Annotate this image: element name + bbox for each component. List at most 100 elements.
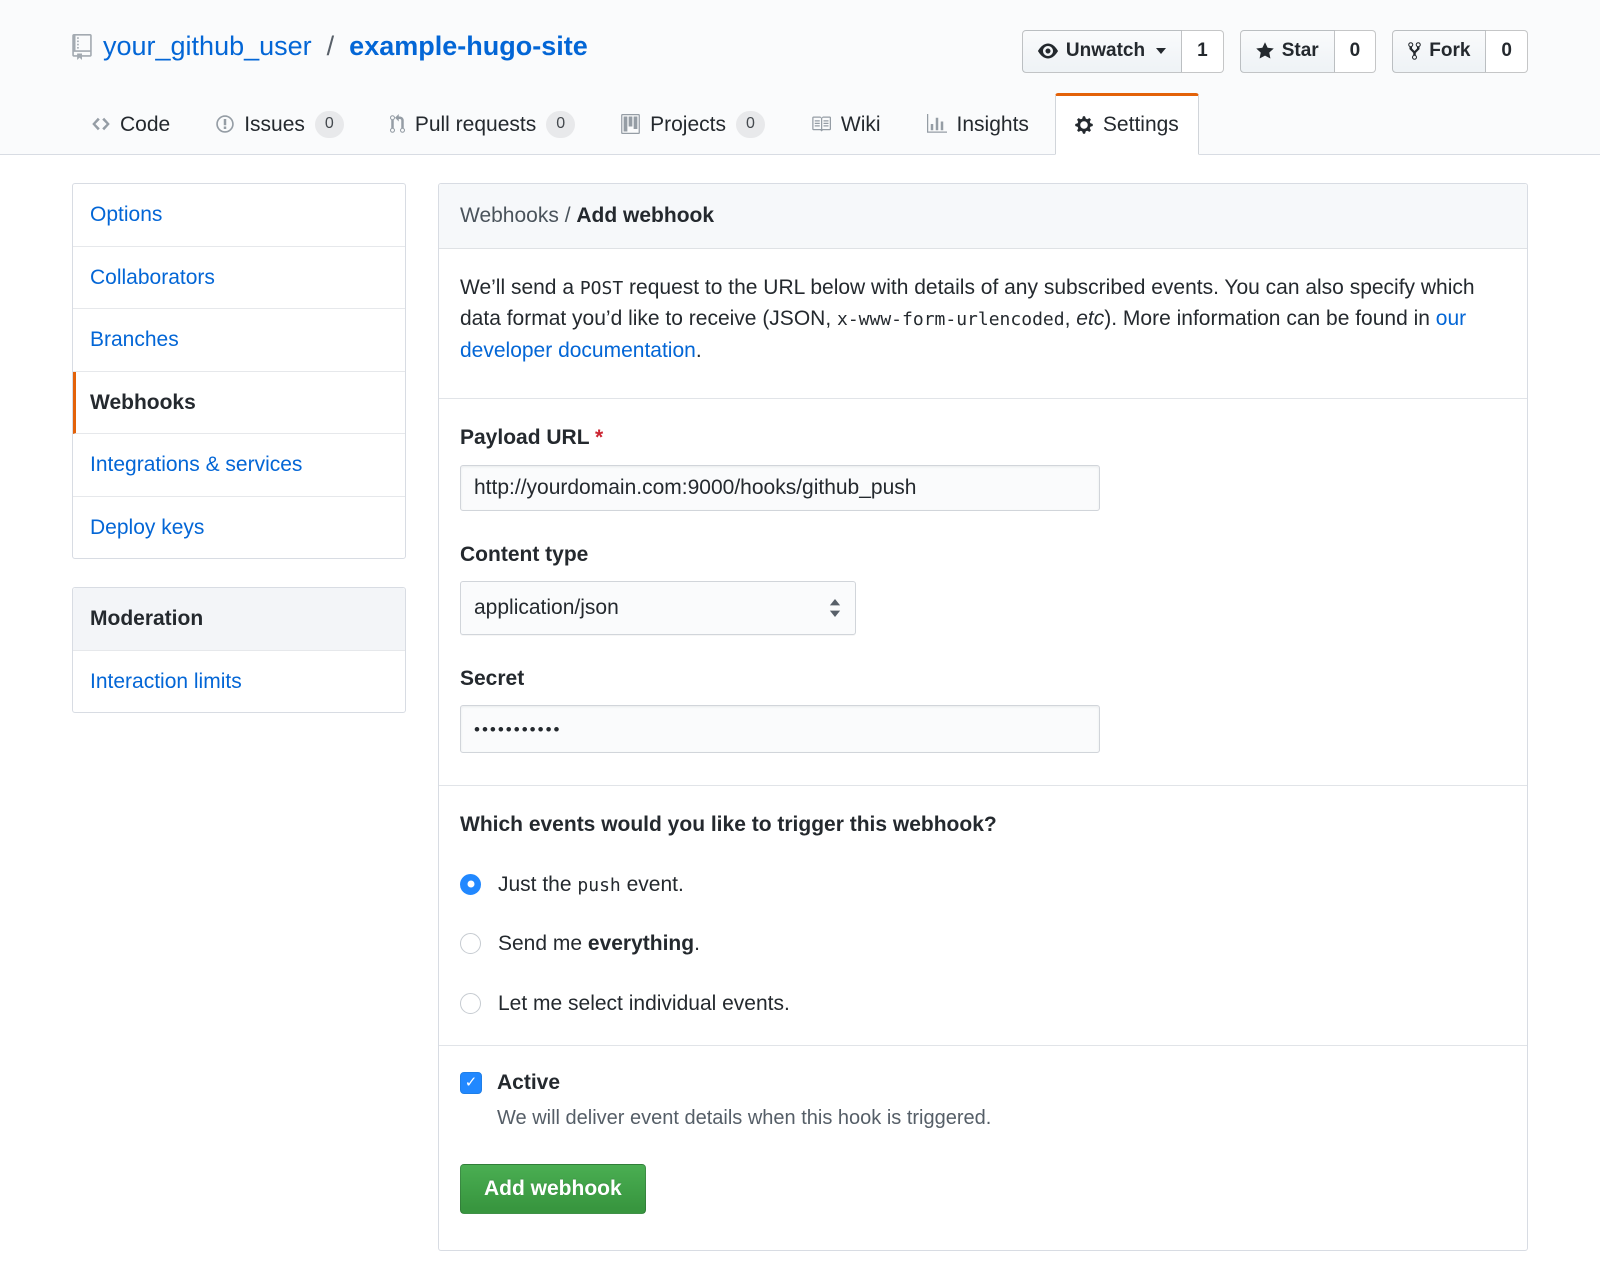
issues-count-badge: 0 — [315, 111, 344, 137]
active-label: Active — [497, 1067, 560, 1099]
code-icon — [92, 114, 110, 134]
star-button-group: Star 0 — [1240, 30, 1377, 73]
intro-text-4: ). More information can be found in — [1104, 307, 1436, 330]
watch-count[interactable]: 1 — [1182, 30, 1224, 73]
tab-wiki-label: Wiki — [841, 109, 881, 141]
star-label: Star — [1282, 39, 1319, 64]
chevron-down-icon — [1156, 48, 1166, 54]
moderation-menu: Moderation Interaction limits — [72, 587, 406, 713]
required-asterisk: * — [595, 426, 603, 449]
tab-issues-label: Issues — [244, 109, 305, 141]
intro-text-3: , — [1065, 307, 1077, 330]
repo-nav: Code Issues 0 Pull requests 0 P — [72, 93, 1528, 155]
repo-title-separator: / — [327, 30, 335, 62]
intro-code-urlencoded: x-www-form-urlencoded — [837, 309, 1065, 330]
radio-button-checked[interactable] — [460, 874, 481, 895]
secret-input[interactable] — [460, 705, 1100, 753]
repo-icon — [72, 34, 92, 60]
secret-label: Secret — [460, 663, 1506, 695]
events-heading: Which events would you like to trigger t… — [460, 809, 1506, 841]
breadcrumb-separator: / — [565, 204, 571, 227]
push-code: push — [577, 875, 620, 896]
active-checkbox-row[interactable]: ✓ Active — [460, 1067, 1506, 1099]
repo-owner-link[interactable]: your_github_user — [103, 30, 312, 62]
star-icon — [1256, 41, 1274, 61]
moderation-heading: Moderation — [73, 588, 405, 651]
tab-projects-label: Projects — [650, 109, 726, 141]
sidebar-item-interaction-limits[interactable]: Interaction limits — [73, 651, 405, 713]
intro-text-1: We’ll send a — [460, 276, 580, 299]
tab-pull-requests[interactable]: Pull requests 0 — [370, 93, 595, 155]
repo-header: your_github_user / example-hugo-site Unw… — [0, 0, 1600, 155]
book-icon — [811, 114, 831, 134]
payload-url-label: Payload URL * — [460, 422, 1506, 454]
radio-send-everything-label: Send me everything. — [498, 928, 700, 960]
webhook-events-section: Which events would you like to trigger t… — [439, 785, 1527, 1045]
tab-settings[interactable]: Settings — [1055, 93, 1199, 156]
sidebar-item-options[interactable]: Options — [73, 184, 405, 247]
tab-code[interactable]: Code — [72, 93, 190, 155]
settings-menu: Options Collaborators Branches Webhooks … — [72, 183, 406, 559]
breadcrumb-current: Add webhook — [576, 204, 714, 227]
fork-button[interactable]: Fork — [1392, 30, 1486, 73]
intro-text-5: . — [696, 339, 702, 362]
tab-settings-label: Settings — [1103, 109, 1179, 141]
select-arrows-icon — [828, 599, 842, 617]
intro-etc: etc — [1076, 307, 1104, 330]
webhook-form-section: Payload URL * Content type application/j… — [439, 398, 1527, 785]
radio-option-just-push[interactable]: Just the push event. — [460, 869, 1506, 901]
payload-url-label-text: Payload URL — [460, 426, 589, 449]
webhook-intro-text: We’ll send a POST request to the URL bel… — [460, 272, 1490, 367]
send-everything-text-2: . — [694, 932, 700, 955]
radio-just-push-label: Just the push event. — [498, 869, 684, 901]
tab-issues[interactable]: Issues 0 — [196, 93, 364, 155]
fork-count[interactable]: 0 — [1486, 30, 1528, 73]
just-push-text-2: event. — [621, 873, 684, 896]
gear-icon — [1075, 115, 1093, 135]
sidebar-item-integrations-services[interactable]: Integrations & services — [73, 434, 405, 497]
settings-sidebar: Options Collaborators Branches Webhooks … — [72, 183, 406, 1251]
breadcrumb: Webhooks / Add webhook — [439, 184, 1527, 249]
sidebar-item-deploy-keys[interactable]: Deploy keys — [73, 497, 405, 559]
repo-title: your_github_user / example-hugo-site — [72, 30, 588, 62]
radio-individual-events-label: Let me select individual events. — [498, 988, 790, 1020]
tab-pull-requests-label: Pull requests — [415, 109, 536, 141]
unwatch-button[interactable]: Unwatch — [1022, 30, 1182, 73]
content-type-select[interactable]: application/json — [460, 581, 856, 635]
issue-opened-icon — [216, 114, 234, 134]
tab-projects[interactable]: Projects 0 — [601, 93, 785, 155]
add-webhook-button[interactable]: Add webhook — [460, 1164, 646, 1214]
star-count[interactable]: 0 — [1335, 30, 1377, 73]
repo-name-link[interactable]: example-hugo-site — [349, 30, 588, 62]
sidebar-item-branches[interactable]: Branches — [73, 309, 405, 372]
tab-wiki[interactable]: Wiki — [791, 93, 901, 155]
intro-code-post: POST — [580, 278, 623, 299]
projects-count-badge: 0 — [736, 111, 765, 137]
sidebar-item-collaborators[interactable]: Collaborators — [73, 247, 405, 310]
project-icon — [621, 114, 640, 134]
radio-option-send-everything[interactable]: Send me everything. — [460, 928, 1506, 960]
graph-icon — [927, 114, 947, 134]
radio-button-unchecked[interactable] — [460, 933, 481, 954]
fork-button-group: Fork 0 — [1392, 30, 1528, 73]
breadcrumb-webhooks-link[interactable]: Webhooks — [460, 204, 559, 227]
webhook-active-section: ✓ Active We will deliver event details w… — [439, 1045, 1527, 1250]
eye-icon — [1038, 41, 1058, 61]
sidebar-item-webhooks[interactable]: Webhooks — [73, 372, 405, 435]
payload-url-input[interactable] — [460, 465, 1100, 511]
repo-actions: Unwatch 1 Star 0 — [1006, 30, 1528, 73]
tab-insights[interactable]: Insights — [907, 93, 1049, 155]
radio-option-individual-events[interactable]: Let me select individual events. — [460, 988, 1506, 1020]
git-pull-request-icon — [390, 114, 405, 134]
active-checkbox[interactable]: ✓ — [460, 1072, 482, 1094]
radio-button-unchecked[interactable] — [460, 993, 481, 1014]
unwatch-label: Unwatch — [1066, 39, 1145, 64]
webhook-intro-section: We’ll send a POST request to the URL bel… — [439, 249, 1527, 399]
everything-bold: everything — [588, 932, 694, 955]
send-everything-text-1: Send me — [498, 932, 588, 955]
active-description: We will deliver event details when this … — [497, 1103, 1506, 1133]
star-button[interactable]: Star — [1240, 30, 1335, 73]
just-push-text-1: Just the — [498, 873, 577, 896]
tab-insights-label: Insights — [957, 109, 1029, 141]
fork-label: Fork — [1429, 39, 1470, 64]
